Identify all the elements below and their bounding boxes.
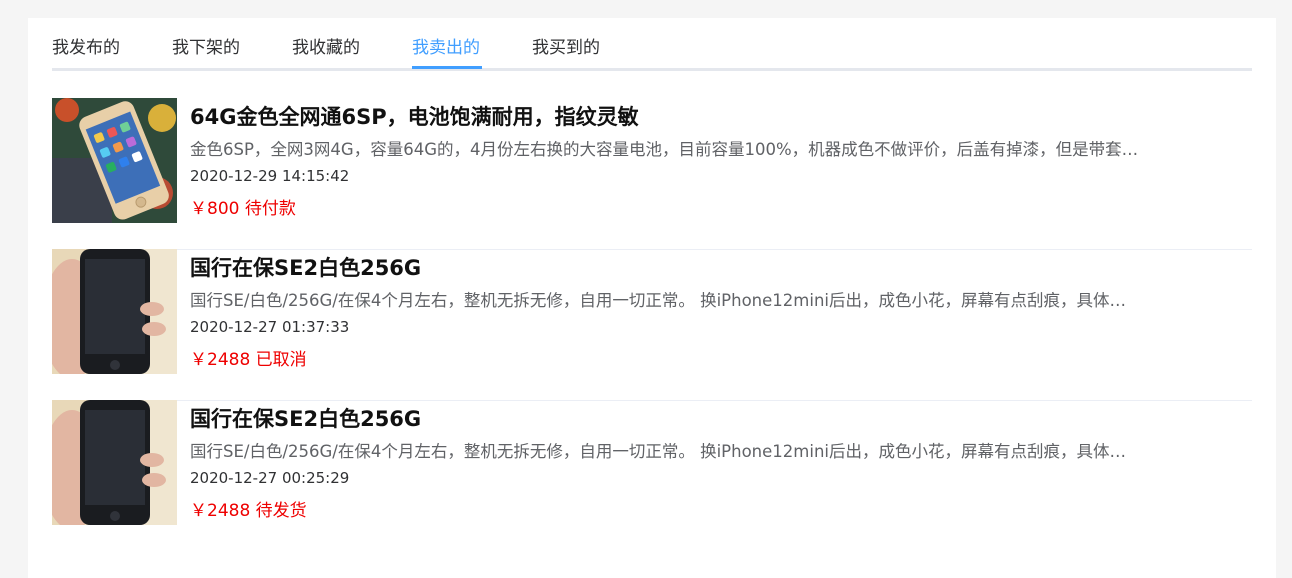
list-item[interactable]: 国行在保SE2白色256G 国行SE/白色/256G/在保4个月左右，整机无拆无… [52, 400, 1252, 551]
item-title[interactable]: 国行在保SE2白色256G [190, 403, 421, 433]
tab-published[interactable]: 我发布的 [52, 33, 120, 68]
content-panel: 我发布的 我下架的 我收藏的 我卖出的 我买到的 64G金色全网通6SP，电池饱… [28, 18, 1276, 578]
tab-favorites[interactable]: 我收藏的 [292, 33, 360, 68]
item-description: 国行SE/白色/256G/在保4个月左右，整机无拆无修，自用一切正常。 换iPh… [190, 291, 1126, 310]
item-price: ￥2488 [190, 350, 251, 370]
item-description: 国行SE/白色/256G/在保4个月左右，整机无拆无修，自用一切正常。 换iPh… [190, 442, 1126, 461]
list-item[interactable]: 国行在保SE2白色256G 国行SE/白色/256G/在保4个月左右，整机无拆无… [52, 249, 1252, 401]
item-timestamp: 2020-12-29 14:15:42 [190, 167, 350, 185]
order-status: 待付款 [244, 199, 296, 219]
item-price: ￥2488 [190, 501, 251, 521]
tab-bar: 我发布的 我下架的 我收藏的 我卖出的 我买到的 [52, 18, 1252, 71]
price-status: ￥2488 待发货 [190, 496, 307, 521]
item-price: ￥800 [190, 199, 240, 219]
tab-sold[interactable]: 我卖出的 [412, 33, 480, 68]
product-image[interactable] [52, 400, 177, 525]
list-item[interactable]: 64G金色全网通6SP，电池饱满耐用，指纹灵敏 金色6SP，全网3网4G，容量6… [52, 98, 1252, 250]
product-image[interactable] [52, 98, 177, 223]
tab-delisted[interactable]: 我下架的 [172, 33, 240, 68]
item-timestamp: 2020-12-27 01:37:33 [190, 318, 350, 336]
product-image[interactable] [52, 249, 177, 374]
item-title[interactable]: 64G金色全网通6SP，电池饱满耐用，指纹灵敏 [190, 101, 639, 131]
order-status: 待发货 [255, 501, 307, 521]
item-description: 金色6SP，全网3网4G，容量64G的，4月份左右换的大容量电池，目前容量100… [190, 140, 1139, 159]
order-status: 已取消 [255, 350, 307, 370]
price-status: ￥800 待付款 [190, 194, 296, 219]
item-title[interactable]: 国行在保SE2白色256G [190, 252, 421, 282]
item-timestamp: 2020-12-27 00:25:29 [190, 469, 350, 487]
active-tab-indicator [412, 66, 482, 69]
price-status: ￥2488 已取消 [190, 345, 307, 370]
tab-bought[interactable]: 我买到的 [532, 33, 600, 68]
